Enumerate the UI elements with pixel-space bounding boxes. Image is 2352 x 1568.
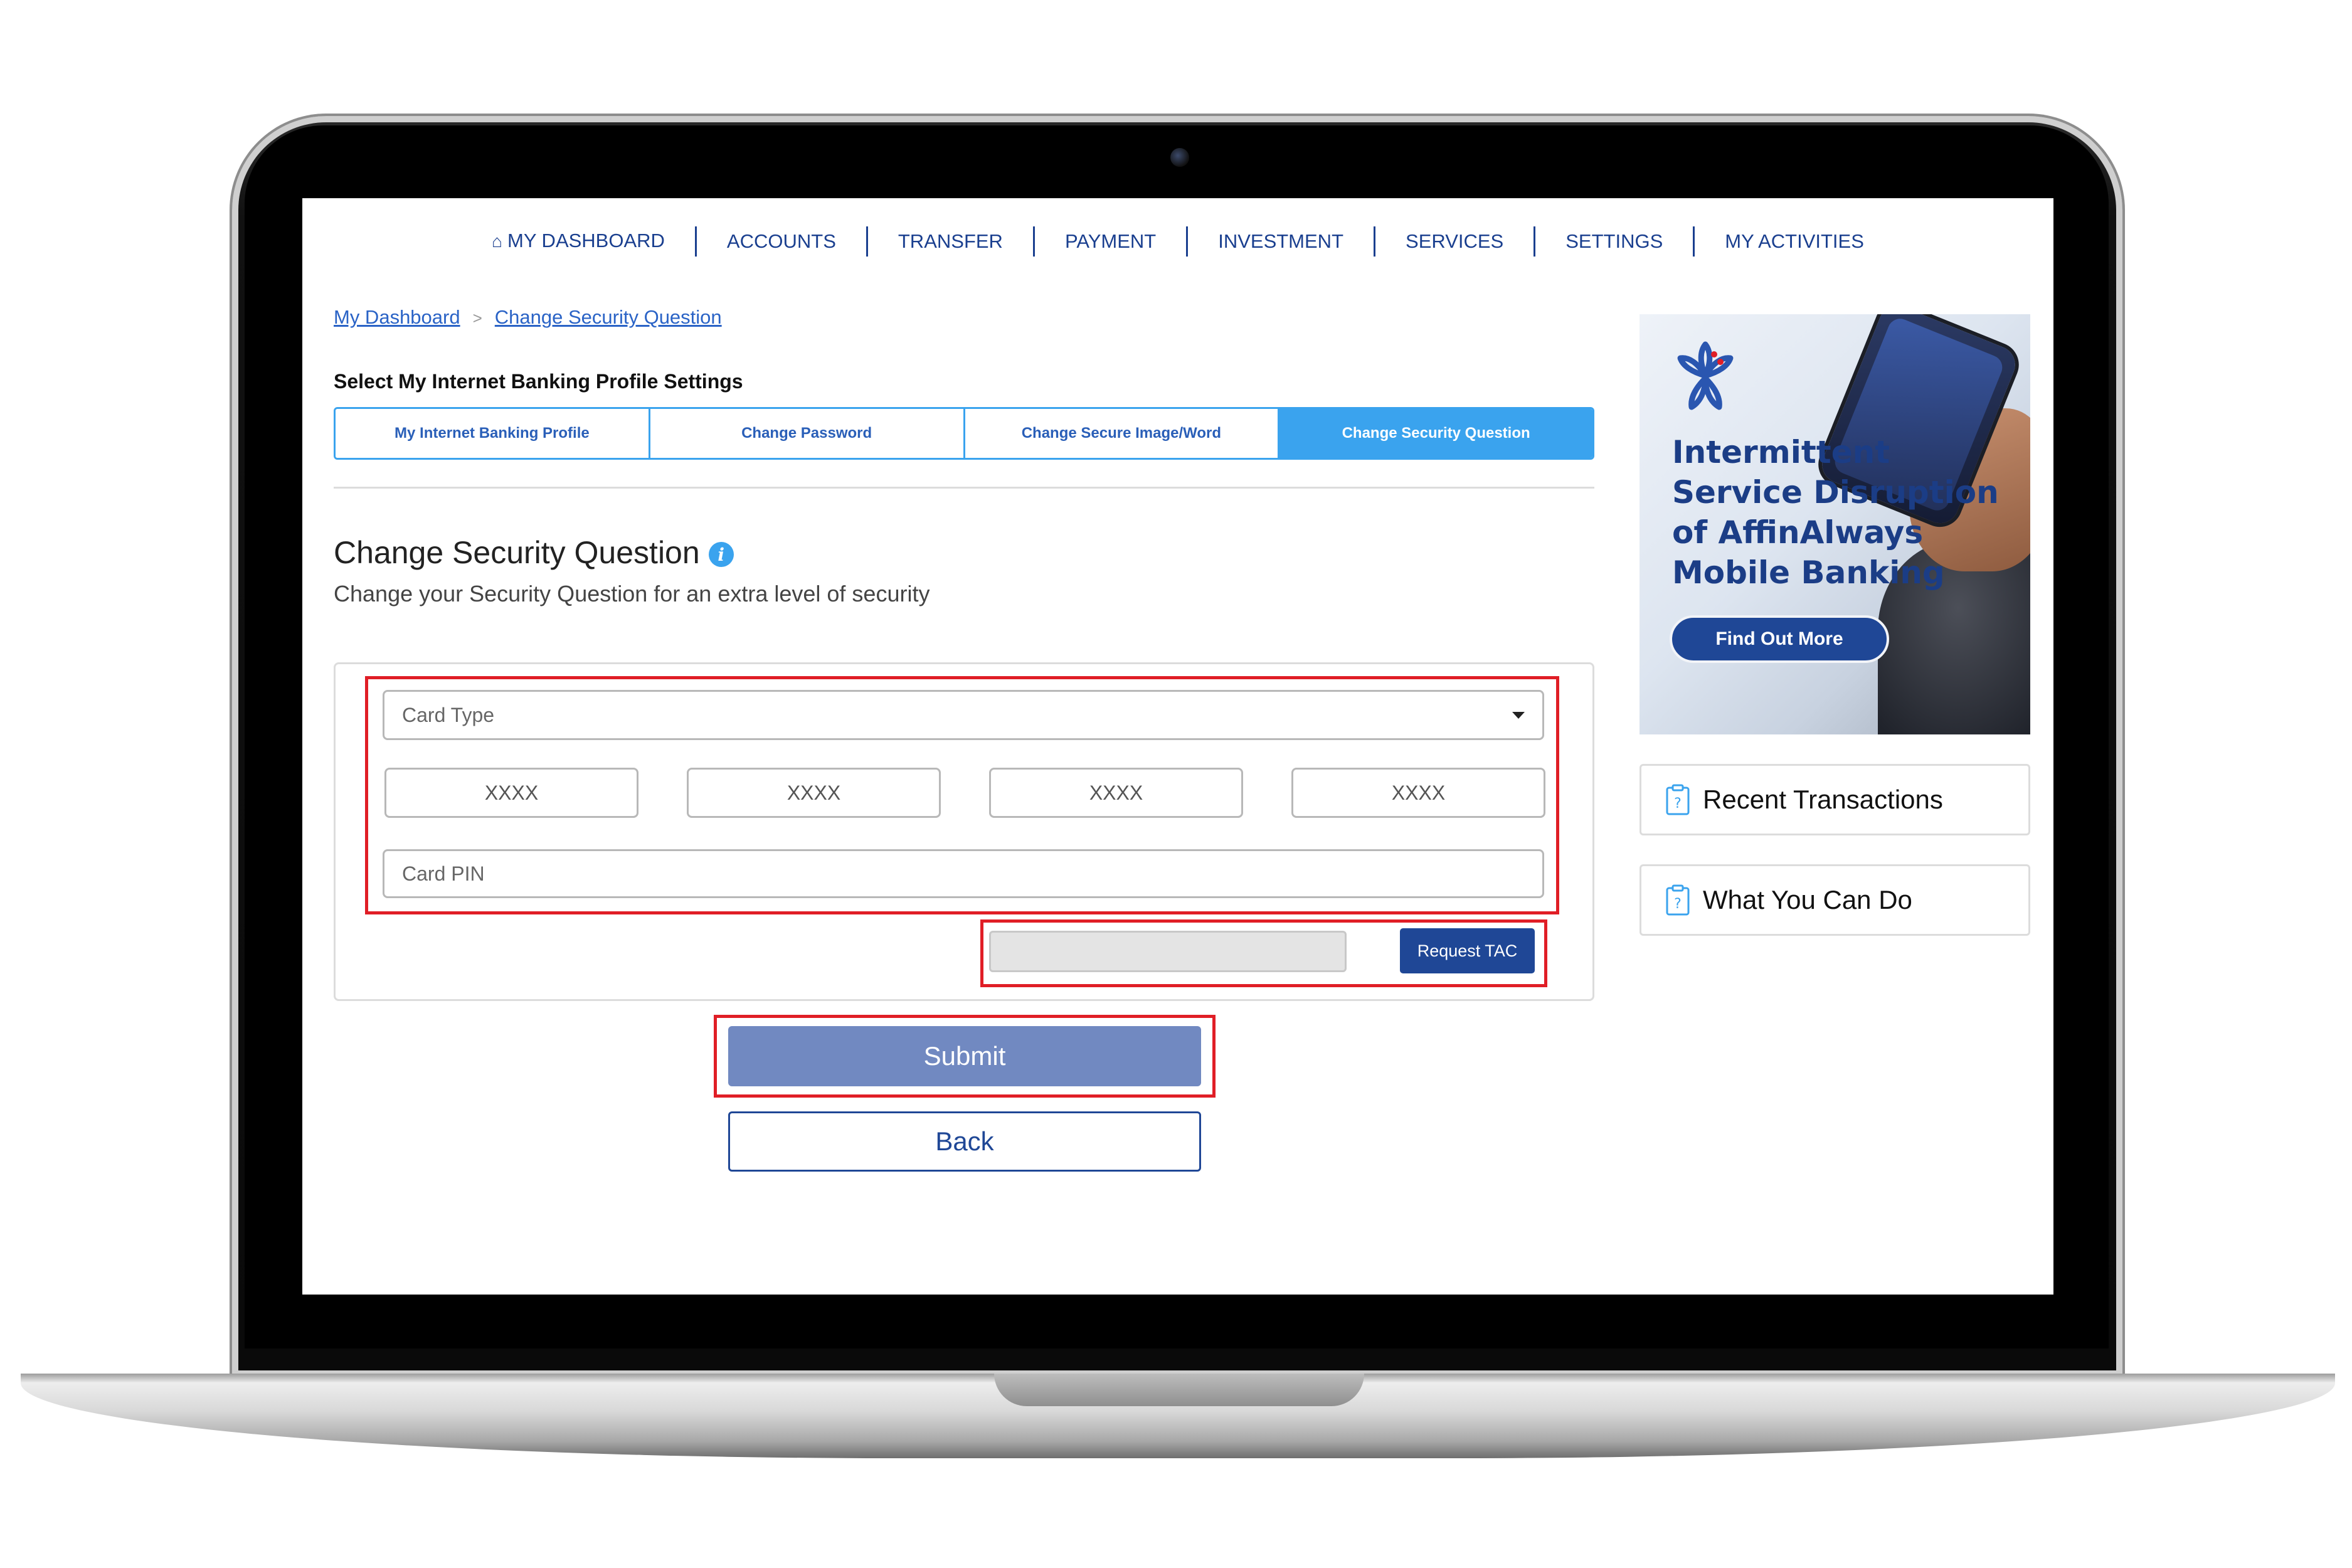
nav-item-label: MY DASHBOARD [507, 230, 665, 252]
submit-button[interactable]: Submit [728, 1026, 1201, 1086]
find-out-more-button[interactable]: Find Out More [1670, 615, 1889, 663]
card-number-field-1[interactable]: XXXX [384, 768, 638, 818]
nav-item-accounts[interactable]: ACCOUNTS [694, 226, 866, 257]
what-you-can-do-label: What You Can Do [1703, 885, 1912, 914]
settings-tabs: My Internet Banking Profile Change Passw… [334, 407, 1594, 460]
page-title: Change Security Question i [334, 534, 734, 571]
settings-section-label: Select My Internet Banking Profile Setti… [334, 370, 743, 393]
breadcrumb-separator: > [472, 309, 482, 327]
tab-change-secure-image-word[interactable]: Change Secure Image/Word [963, 409, 1278, 458]
webcam [1170, 148, 1189, 167]
promo-banner[interactable]: Intermittent Service Disruption of Affin… [1640, 314, 2030, 734]
card-number-field-2[interactable]: XXXX [687, 768, 941, 818]
what-you-can-do-card[interactable]: ? What You Can Do [1640, 864, 2030, 936]
tab-change-password[interactable]: Change Password [648, 409, 963, 458]
affin-logo-icon [1677, 341, 1734, 410]
nav-item-payment[interactable]: PAYMENT [1032, 226, 1186, 257]
main-nav: ⌂ MY DASHBOARD ACCOUNTS TRANSFER PAYMENT … [302, 226, 2053, 257]
nav-item-services[interactable]: SERVICES [1374, 226, 1534, 257]
caret-down-icon [1512, 711, 1525, 719]
clipboard-icon: ? [1666, 784, 1690, 815]
card-type-placeholder: Card Type [402, 703, 495, 726]
back-button[interactable]: Back [728, 1111, 1201, 1172]
card-number-field-4[interactable]: XXXX [1291, 768, 1545, 818]
nav-item-dashboard[interactable]: ⌂ MY DASHBOARD [462, 226, 695, 257]
screen: ⌂ MY DASHBOARD ACCOUNTS TRANSFER PAYMENT … [302, 198, 2053, 1295]
card-pin-field[interactable]: Card PIN [383, 849, 1544, 898]
recent-transactions-card[interactable]: ? Recent Transactions [1640, 764, 2030, 835]
laptop-notch [994, 1374, 1364, 1406]
breadcrumb-dashboard-link[interactable]: My Dashboard [334, 306, 460, 328]
home-icon: ⌂ [492, 231, 502, 251]
page-title-text: Change Security Question [334, 535, 700, 570]
breadcrumb-current-link[interactable]: Change Security Question [495, 306, 722, 328]
nav-item-my-activities[interactable]: MY ACTIVITIES [1693, 226, 1894, 257]
page-subtitle: Change your Security Question for an ext… [334, 581, 930, 607]
breadcrumb: My Dashboard > Change Security Question [334, 306, 722, 329]
tab-internet-banking-profile[interactable]: My Internet Banking Profile [336, 409, 649, 458]
clipboard-icon: ? [1666, 884, 1690, 916]
card-number-field-3[interactable]: XXXX [989, 768, 1243, 818]
svg-text:?: ? [1674, 796, 1682, 812]
card-type-select[interactable]: Card Type [383, 690, 1544, 740]
nav-item-settings[interactable]: SETTINGS [1534, 226, 1693, 257]
tab-change-security-question[interactable]: Change Security Question [1278, 409, 1592, 458]
svg-text:?: ? [1674, 896, 1682, 912]
tac-input[interactable] [989, 931, 1347, 972]
request-tac-button[interactable]: Request TAC [1400, 928, 1535, 973]
recent-transactions-label: Recent Transactions [1703, 785, 1943, 814]
nav-item-transfer[interactable]: TRANSFER [866, 226, 1033, 257]
divider [334, 487, 1594, 489]
nav-item-investment[interactable]: INVESTMENT [1186, 226, 1374, 257]
banner-headline: Intermittent Service Disruption of Affin… [1672, 434, 1999, 591]
info-icon[interactable]: i [708, 542, 734, 567]
